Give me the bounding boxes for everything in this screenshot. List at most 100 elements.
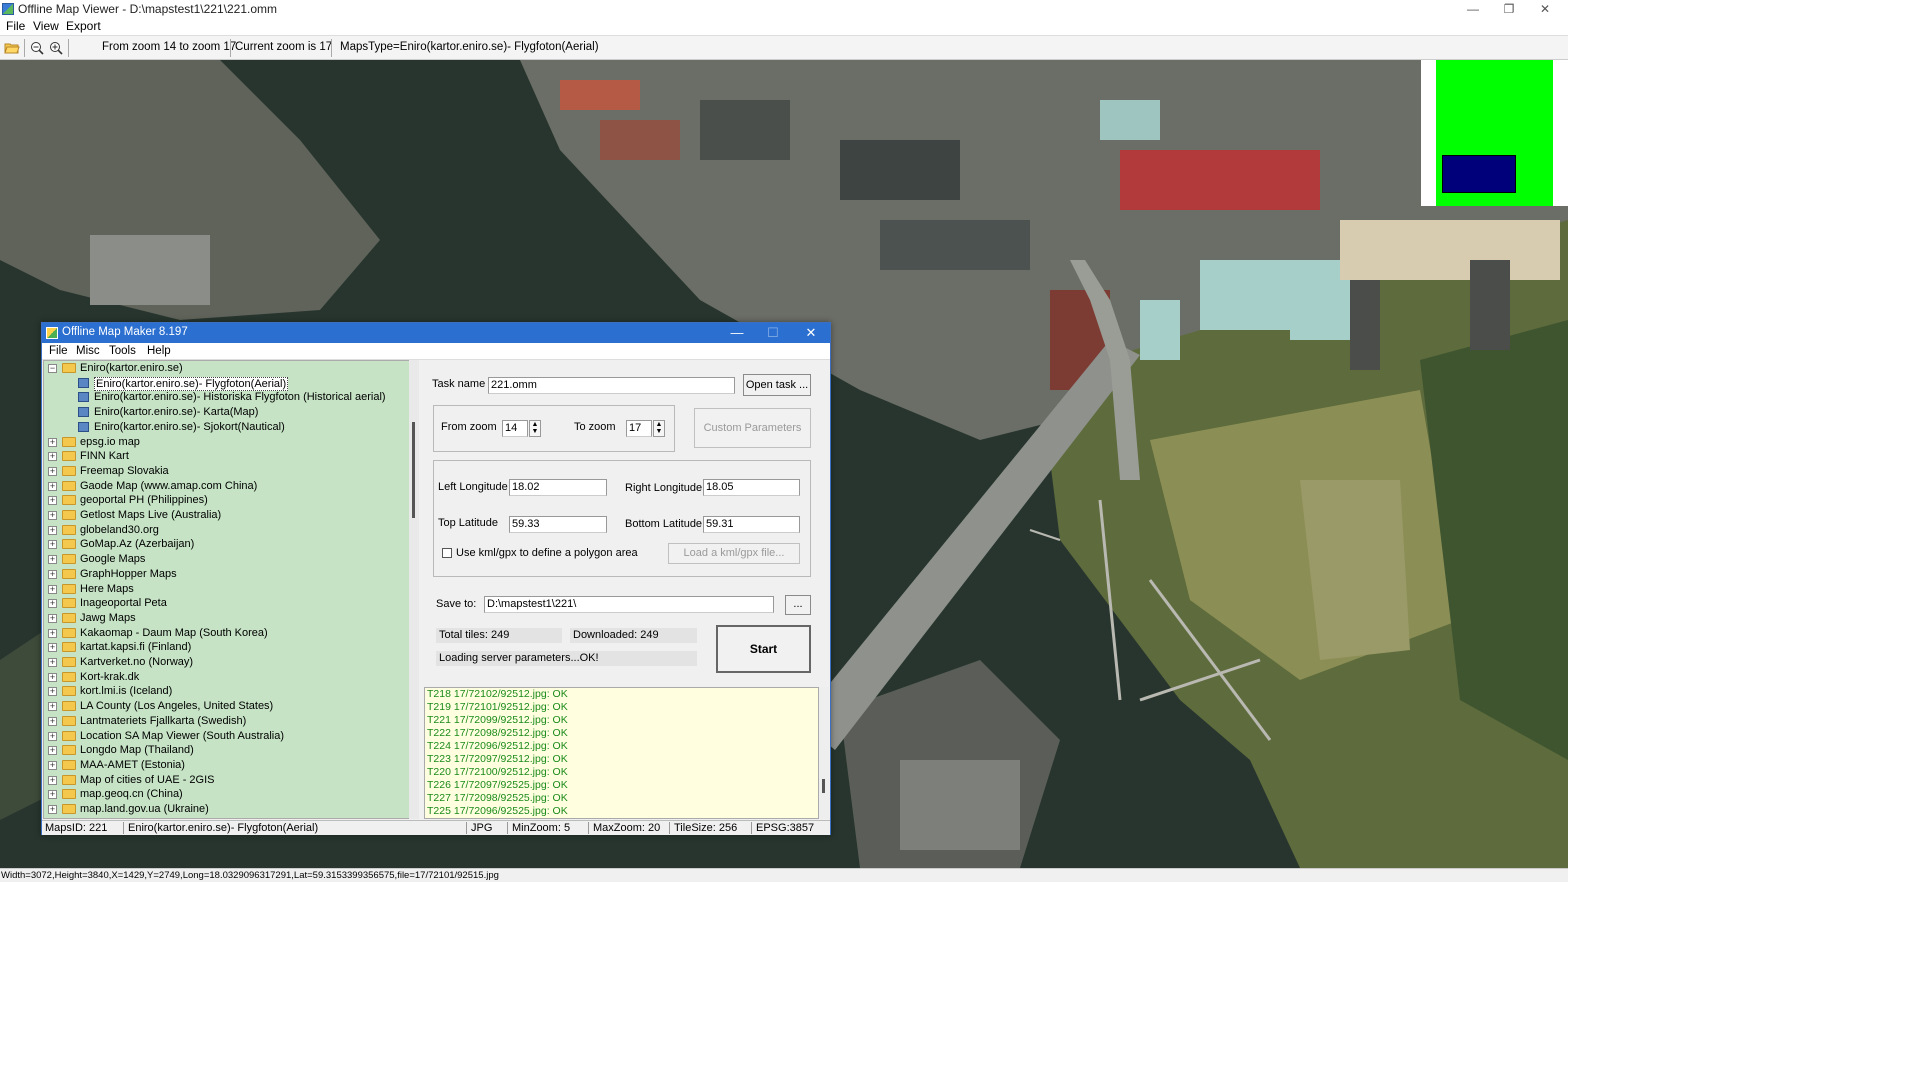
expand-icon[interactable]: +: [48, 731, 57, 741]
task-name-input[interactable]: 221.omm: [488, 377, 735, 394]
map-source-tree[interactable]: − Eniro(kartor.eniro.se) Eniro(kartor.enir…: [43, 360, 419, 819]
expand-icon[interactable]: +: [48, 437, 57, 447]
menu-export[interactable]: Export: [66, 19, 101, 33]
tree-item-label: Kakaomap - Daum Map (South Korea): [80, 626, 268, 639]
from-zoom-input[interactable]: 14: [502, 420, 528, 437]
dialog-minimize-button[interactable]: —: [719, 324, 755, 342]
tree-scrollbar-thumb[interactable]: [412, 422, 415, 518]
tree-folder[interactable]: + kartat.kapsi.fi (Finland): [44, 640, 418, 655]
log-scrollbar-thumb[interactable]: [822, 779, 825, 793]
dialog-menu-tools[interactable]: Tools: [109, 345, 136, 357]
custom-parameters-button[interactable]: Custom Parameters: [694, 408, 811, 448]
tree-folder[interactable]: + Inageoportal Peta: [44, 596, 418, 611]
expand-icon[interactable]: +: [48, 775, 57, 785]
expand-icon[interactable]: +: [48, 466, 57, 476]
dialog-close-button[interactable]: ✕: [793, 324, 829, 342]
overview-minimap[interactable]: [1421, 60, 1568, 206]
dialog-maximize-button[interactable]: ☐: [755, 324, 791, 342]
dialog-menu-file[interactable]: File: [49, 345, 68, 357]
save-to-input[interactable]: D:\mapstest1\221\: [484, 596, 774, 613]
tree-item-eniro-layer[interactable]: Eniro(kartor.eniro.se)- Karta(Map): [44, 405, 418, 420]
tree-item-eniro-layer[interactable]: Eniro(kartor.eniro.se)- Sjokort(Nautical…: [44, 420, 418, 435]
tree-folder[interactable]: + Here Maps: [44, 582, 418, 597]
to-zoom-input[interactable]: 17: [626, 420, 652, 437]
tree-scrollbar[interactable]: [409, 360, 419, 819]
tree-folder[interactable]: + epsg.io map: [44, 435, 418, 450]
expand-icon[interactable]: +: [48, 599, 57, 609]
tree-folder[interactable]: + Lantmateriets Fjallkarta (Swedish): [44, 714, 418, 729]
browse-folder-button[interactable]: ...: [785, 595, 811, 615]
expand-icon[interactable]: +: [48, 746, 57, 756]
expand-icon[interactable]: +: [48, 452, 57, 462]
tree-folder[interactable]: + GraphHopper Maps: [44, 567, 418, 582]
tree-folder[interactable]: + Getlost Maps Live (Australia): [44, 508, 418, 523]
expand-icon[interactable]: +: [48, 496, 57, 506]
tree-folder[interactable]: + Freemap Slovakia: [44, 464, 418, 479]
tree-folder[interactable]: + FINN Kart: [44, 449, 418, 464]
zoom-in-icon[interactable]: [48, 41, 64, 55]
tree-folder[interactable]: + MAA-AMET (Estonia): [44, 758, 418, 773]
expand-icon[interactable]: +: [48, 643, 57, 653]
menu-bar: File View Export: [0, 18, 1568, 35]
expand-icon[interactable]: +: [48, 658, 57, 667]
expand-icon[interactable]: +: [48, 613, 57, 623]
expand-icon[interactable]: +: [48, 687, 57, 697]
expand-icon[interactable]: +: [48, 525, 57, 535]
tree-folder[interactable]: + Longdo Map (Thailand): [44, 743, 418, 758]
tree-folder[interactable]: + Kartverket.no (Norway): [44, 655, 418, 670]
expand-icon[interactable]: +: [48, 569, 57, 579]
expand-icon[interactable]: +: [48, 584, 57, 594]
app-titlebar: Offline Map Viewer - D:\mapstest1\221\22…: [0, 0, 1568, 18]
dialog-menu-help[interactable]: Help: [147, 345, 171, 357]
close-button[interactable]: ✕: [1522, 0, 1568, 18]
top-latitude-input[interactable]: 59.33: [509, 516, 607, 533]
left-longitude-input[interactable]: 18.02: [509, 479, 607, 496]
tree-folder[interactable]: + GoMap.Az (Azerbaijan): [44, 537, 418, 552]
open-task-button[interactable]: Open task ...: [743, 374, 811, 396]
dialog-menu-misc[interactable]: Misc: [76, 345, 100, 357]
tree-folder[interactable]: + map.land.gov.ua (Ukraine): [44, 802, 418, 817]
expand-icon[interactable]: +: [48, 790, 57, 800]
right-longitude-input[interactable]: 18.05: [703, 479, 800, 496]
folder-icon: [62, 657, 76, 667]
kml-polygon-checkbox[interactable]: [442, 548, 452, 558]
expand-icon[interactable]: +: [48, 805, 57, 814]
tree-folder[interactable]: + globeland30.org: [44, 523, 418, 538]
tree-folder[interactable]: + Gaode Map (www.amap.com China): [44, 479, 418, 494]
expand-icon[interactable]: +: [48, 702, 57, 712]
expand-icon[interactable]: +: [48, 716, 57, 726]
minimap-viewport[interactable]: [1442, 155, 1516, 193]
from-zoom-stepper[interactable]: ▲ ▼: [529, 420, 541, 437]
zoom-out-icon[interactable]: [29, 41, 45, 55]
tree-folder[interactable]: + geoportal PH (Philippines): [44, 493, 418, 508]
folder-open-icon[interactable]: [4, 41, 20, 55]
expand-icon[interactable]: +: [48, 481, 57, 491]
expand-icon[interactable]: +: [48, 511, 57, 520]
bottom-latitude-input[interactable]: 59.31: [703, 516, 800, 533]
tree-item-eniro-layer[interactable]: Eniro(kartor.eniro.se)- Historiska Flygf…: [44, 390, 418, 405]
log-line: T221 17/72099/92512.jpg: OK: [427, 714, 568, 726]
expand-icon[interactable]: +: [48, 672, 57, 682]
load-kml-button[interactable]: Load a kml/gpx file...: [668, 543, 800, 564]
log-scrollbar[interactable]: [819, 687, 829, 819]
to-zoom-stepper[interactable]: ▲ ▼: [653, 420, 665, 437]
tree-folder-eniro[interactable]: − Eniro(kartor.eniro.se): [44, 361, 418, 376]
menu-file[interactable]: File: [6, 19, 25, 33]
tree-folder[interactable]: + Map of cities of UAE - 2GIS: [44, 773, 418, 788]
tree-folder[interactable]: + Kort-krak.dk: [44, 670, 418, 685]
expand-icon[interactable]: +: [48, 555, 57, 565]
collapse-icon[interactable]: −: [48, 364, 57, 373]
tree-folder[interactable]: + Location SA Map Viewer (South Australia…: [44, 729, 418, 744]
tree-folder[interactable]: + Jawg Maps: [44, 611, 418, 626]
tree-folder[interactable]: + kort.lmi.is (Iceland): [44, 684, 418, 699]
expand-icon[interactable]: +: [48, 628, 57, 638]
expand-icon[interactable]: +: [48, 540, 57, 550]
tree-folder[interactable]: + Kakaomap - Daum Map (South Korea): [44, 626, 418, 641]
tree-folder[interactable]: + map.geoq.cn (China): [44, 787, 418, 802]
menu-view[interactable]: View: [33, 19, 59, 33]
expand-icon[interactable]: +: [48, 760, 57, 770]
tree-folder[interactable]: + LA County (Los Angeles, United States): [44, 699, 418, 714]
tree-folder[interactable]: + Google Maps: [44, 552, 418, 567]
tree-item-eniro-layer[interactable]: Eniro(kartor.eniro.se)- Flygfoton(Aerial…: [44, 376, 418, 391]
start-button[interactable]: Start: [716, 625, 811, 673]
